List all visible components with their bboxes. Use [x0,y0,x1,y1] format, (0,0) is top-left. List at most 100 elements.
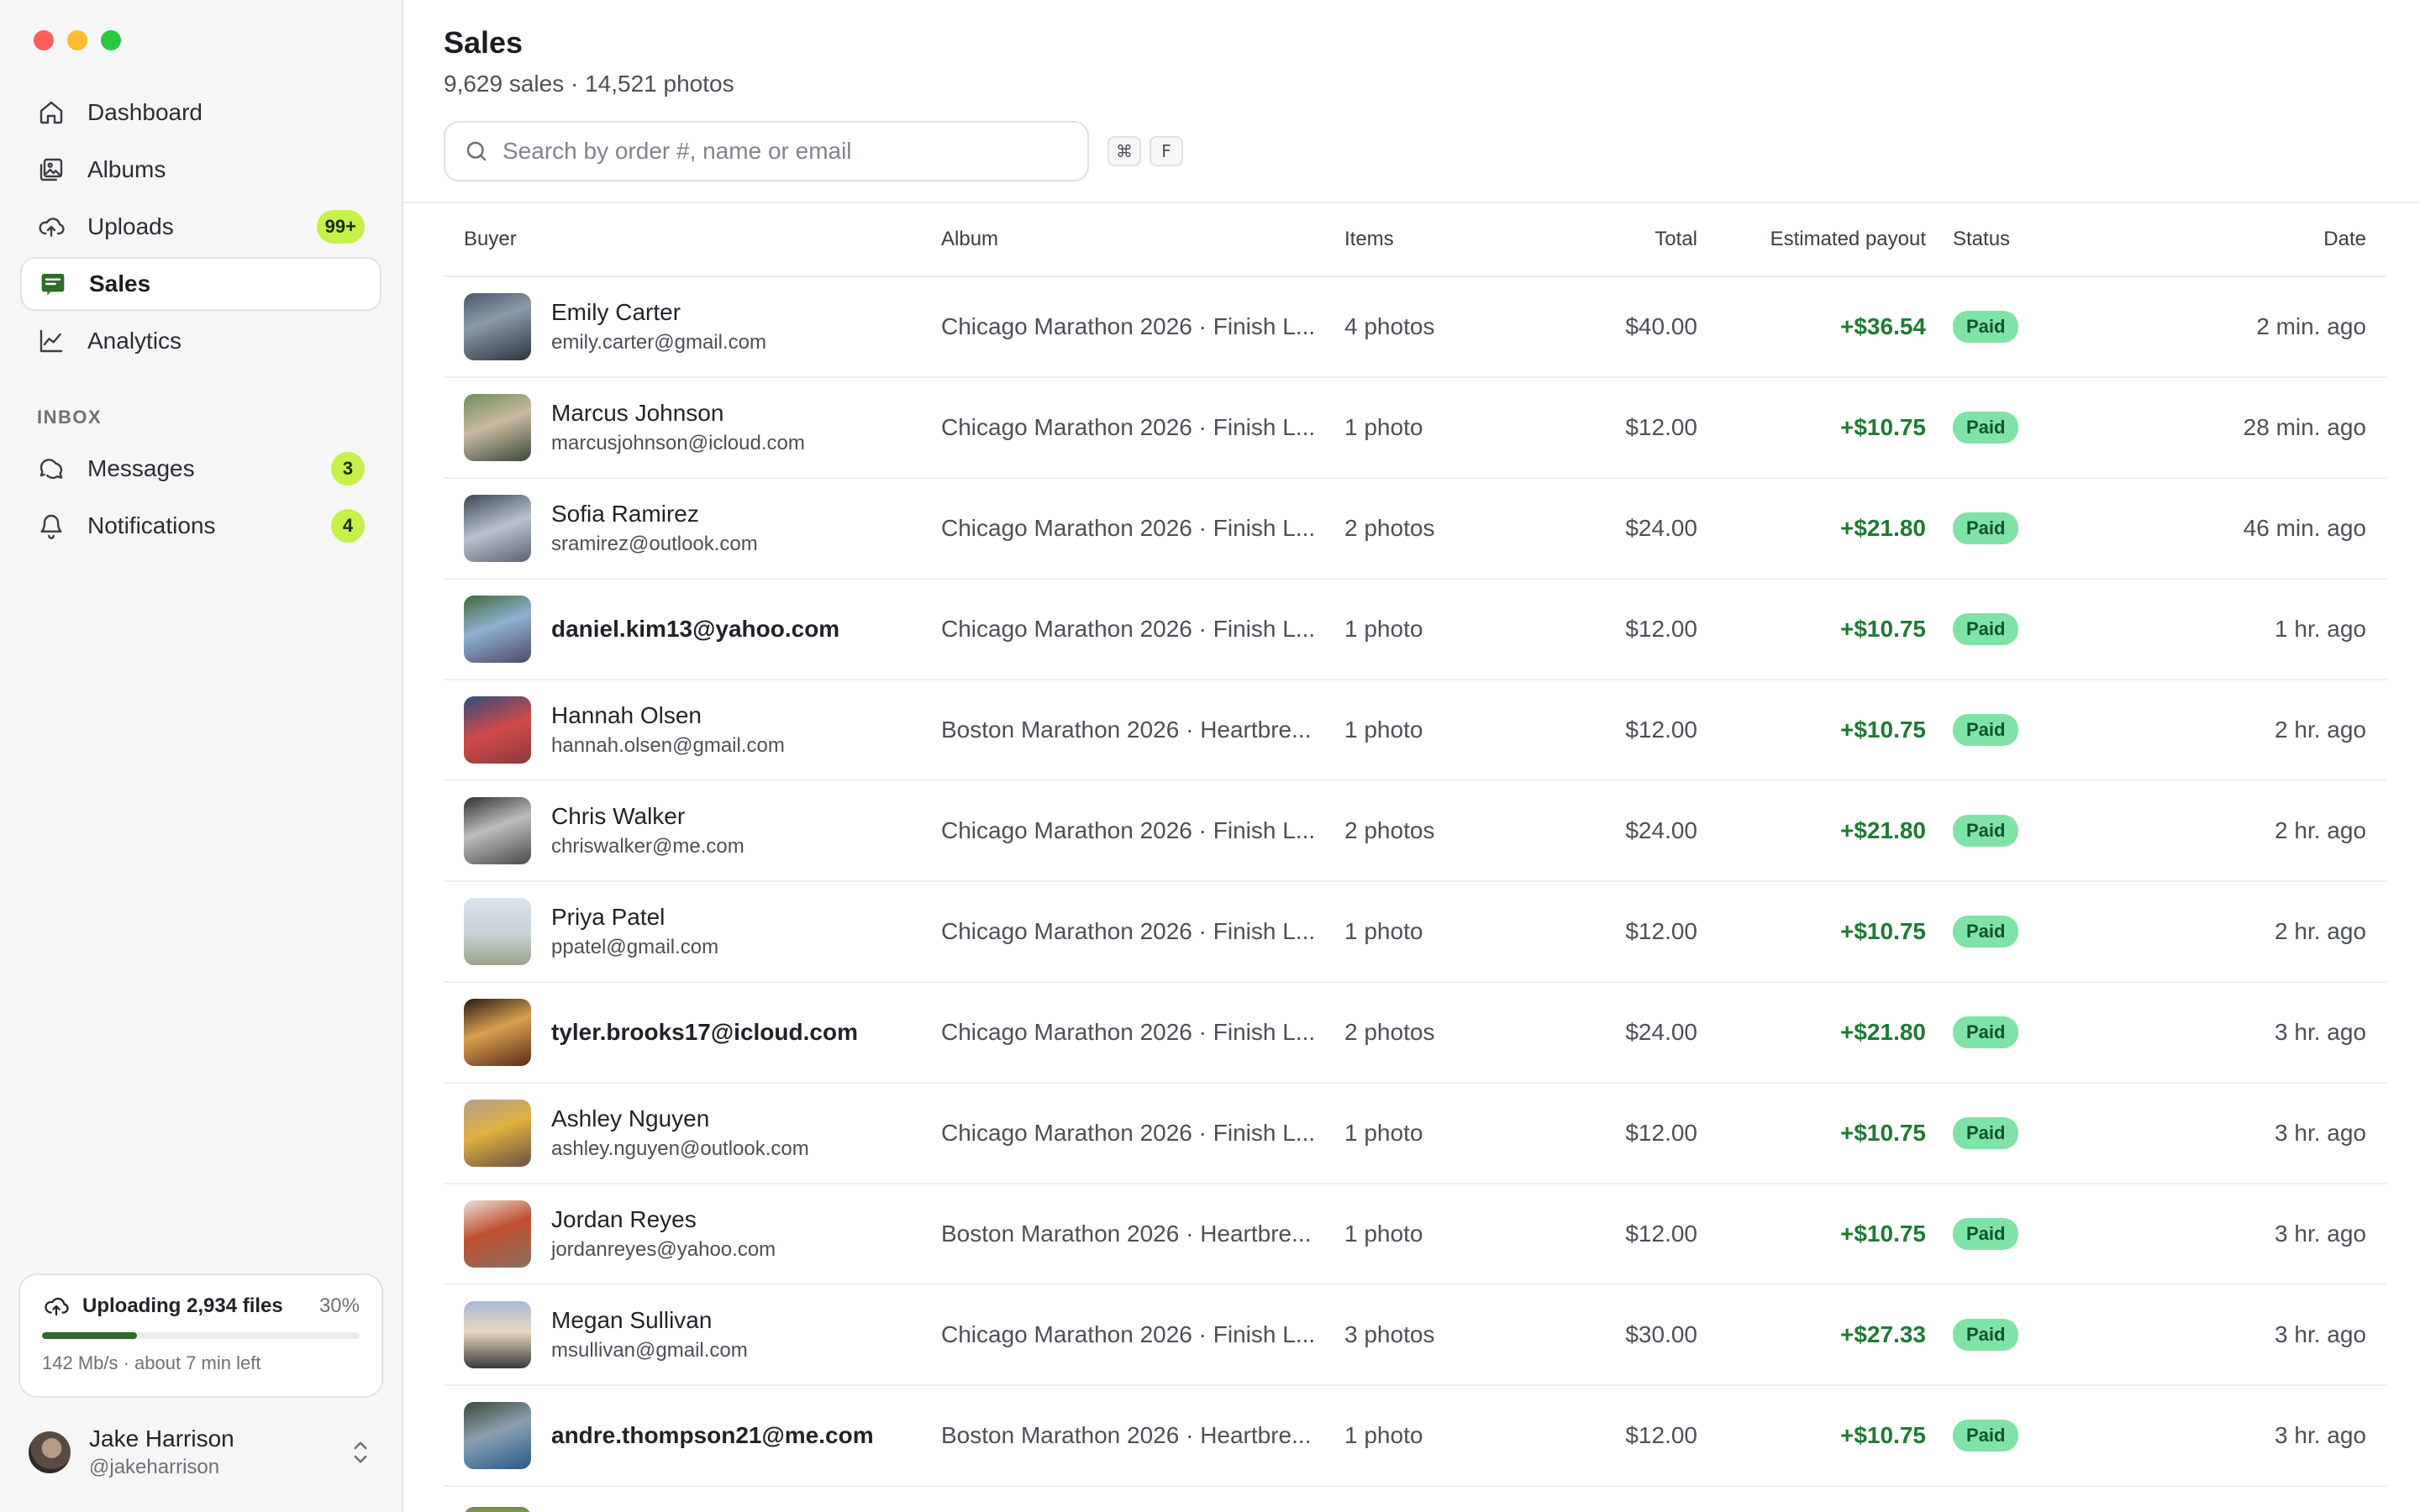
buyer-cell: tyler.brooks17@icloud.com [444,999,941,1066]
search-box[interactable] [444,121,1089,181]
items-cell: 2 photos [1344,515,1435,541]
total-cell: $30.00 [1625,1321,1697,1347]
search-input[interactable] [502,138,1069,165]
buyer-cell: Priya Patel ppatel@gmail.com [444,898,941,965]
date-cell: 2 hr. ago [2275,817,2366,843]
status-cell: Paid [1926,1117,2166,1149]
payout-cell: +$10.75 [1840,414,1926,440]
table-row[interactable]: Megan Sullivan msullivan@gmail.com Chica… [444,1285,2386,1386]
sales-page: Sales 9,629 sales · 14,521 photos ⌘ F Bu… [403,0,2420,1512]
table-row-partial [444,1487,2386,1512]
upload-progress-card[interactable]: Uploading 2,934 files 30% 142 Mb/s · abo… [18,1273,383,1398]
nav-item-messages[interactable]: Messages 3 [20,442,381,496]
status-badge: Paid [1953,1420,2019,1452]
app-window: Dashboard Albums Uploads 99+ Sales Analy… [0,0,2420,1512]
table-row[interactable]: tyler.brooks17@icloud.com Chicago Marath… [444,983,2386,1084]
sales-table: Buyer Album Items Total Estimated payout… [444,203,2386,1512]
date-cell: 3 hr. ago [2275,1221,2366,1247]
nav-item-uploads[interactable]: Uploads 99+ [20,200,381,254]
buyer-photo-thumbnail [464,596,531,663]
buyer-photo-thumbnail [464,293,531,360]
items-cell: 4 photos [1344,313,1435,339]
table-row[interactable]: Sofia Ramirez sramirez@outlook.com Chica… [444,479,2386,580]
status-badge: Paid [1953,613,2019,645]
upload-progress-fill [42,1332,138,1339]
receipt-icon [39,270,67,298]
status-cell: Paid [1926,1218,2166,1250]
nav-item-sales[interactable]: Sales [20,257,381,311]
payout-cell: +$21.80 [1840,1019,1926,1045]
table-row[interactable]: Emily Carter emily.carter@gmail.com Chic… [444,277,2386,378]
table-row[interactable]: Jordan Reyes jordanreyes@yahoo.com Bosto… [444,1184,2386,1285]
buyer-photo-thumbnail [464,1200,531,1268]
window-controls [34,30,121,50]
nav-label: Messages [87,455,195,481]
nav-item-dashboard[interactable]: Dashboard [20,86,381,139]
account-switcher[interactable]: Jake Harrison @jakeharrison [29,1423,373,1482]
payout-cell: +$21.80 [1840,817,1926,843]
payout-cell: +$36.54 [1840,313,1926,339]
status-badge: Paid [1953,1016,2019,1048]
table-row[interactable]: Chris Walker chriswalker@me.com Chicago … [444,781,2386,882]
column-header-album[interactable]: Album [941,228,1344,251]
status-cell: Paid [1926,815,2166,847]
bell-icon [37,512,66,540]
status-cell: Paid [1926,512,2166,544]
uploads-count-badge: 99+ [316,210,365,244]
status-badge: Paid [1953,1319,2019,1351]
nav-item-analytics[interactable]: Analytics [20,314,381,368]
date-cell: 2 min. ago [2256,313,2366,339]
status-badge: Paid [1953,1117,2019,1149]
buyer-cell: Chris Walker chriswalker@me.com [444,797,941,864]
buyer-photo-thumbnail [464,495,531,562]
album-cell: Boston Marathon 2026 · Heartbre... [941,1422,1312,1448]
chat-bubbles-icon [37,454,66,483]
column-header-items[interactable]: Items [1344,228,1563,251]
buyer-photo-thumbnail [464,1507,531,1512]
column-header-buyer[interactable]: Buyer [444,228,941,251]
buyer-cell: Ashley Nguyen ashley.nguyen@outlook.com [444,1100,941,1167]
minimize-window-button[interactable] [67,30,87,50]
column-header-total[interactable]: Total [1563,228,1697,251]
cloud-upload-icon [42,1294,71,1319]
table-row[interactable]: Priya Patel ppatel@gmail.com Chicago Mar… [444,882,2386,983]
upload-percent: 30% [318,1294,360,1317]
cloud-upload-icon [37,213,66,241]
total-cell: $12.00 [1625,918,1697,944]
status-badge: Paid [1953,815,2019,847]
album-cell: Chicago Marathon 2026 · Finish L... [941,313,1316,339]
table-body: Emily Carter emily.carter@gmail.com Chic… [444,277,2386,1487]
total-cell: $12.00 [1625,414,1697,440]
buyer-cell: daniel.kim13@yahoo.com [444,596,941,663]
table-row[interactable]: Ashley Nguyen ashley.nguyen@outlook.com … [444,1084,2386,1184]
buyer-name: Megan Sullivan [551,1307,713,1333]
total-cell: $40.00 [1625,313,1697,339]
table-row[interactable]: Hannah Olsen hannah.olsen@gmail.com Bost… [444,680,2386,781]
chevron-up-down-icon[interactable] [348,1436,373,1469]
status-cell: Paid [1926,1016,2166,1048]
close-window-button[interactable] [34,30,54,50]
buyer-name: Marcus Johnson [551,400,724,426]
nav-item-notifications[interactable]: Notifications 4 [20,499,381,553]
table-row[interactable]: daniel.kim13@yahoo.com Chicago Marathon … [444,580,2386,680]
table-row[interactable]: Marcus Johnson marcusjohnson@icloud.com … [444,378,2386,479]
items-cell: 1 photo [1344,1120,1423,1146]
items-cell: 1 photo [1344,1422,1423,1448]
buyer-photo-thumbnail [464,999,531,1066]
zoom-window-button[interactable] [101,30,121,50]
album-cell: Boston Marathon 2026 · Heartbre... [941,1221,1312,1247]
items-cell: 1 photo [1344,616,1423,642]
buyer-email: daniel.kim13@yahoo.com [551,616,840,642]
home-icon [37,98,66,127]
column-header-payout[interactable]: Estimated payout [1697,228,1926,251]
total-cell: $24.00 [1625,817,1697,843]
status-cell: Paid [1926,916,2166,948]
column-header-date[interactable]: Date [2166,228,2386,251]
status-badge: Paid [1953,412,2019,444]
nav-item-albums[interactable]: Albums [20,143,381,197]
inbox-nav: Messages 3 Notifications 4 [20,442,381,556]
table-row[interactable]: andre.thompson21@me.com Boston Marathon … [444,1386,2386,1487]
payout-cell: +$10.75 [1840,616,1926,642]
column-header-status[interactable]: Status [1926,228,2166,251]
buyer-photo-thumbnail [464,1301,531,1368]
